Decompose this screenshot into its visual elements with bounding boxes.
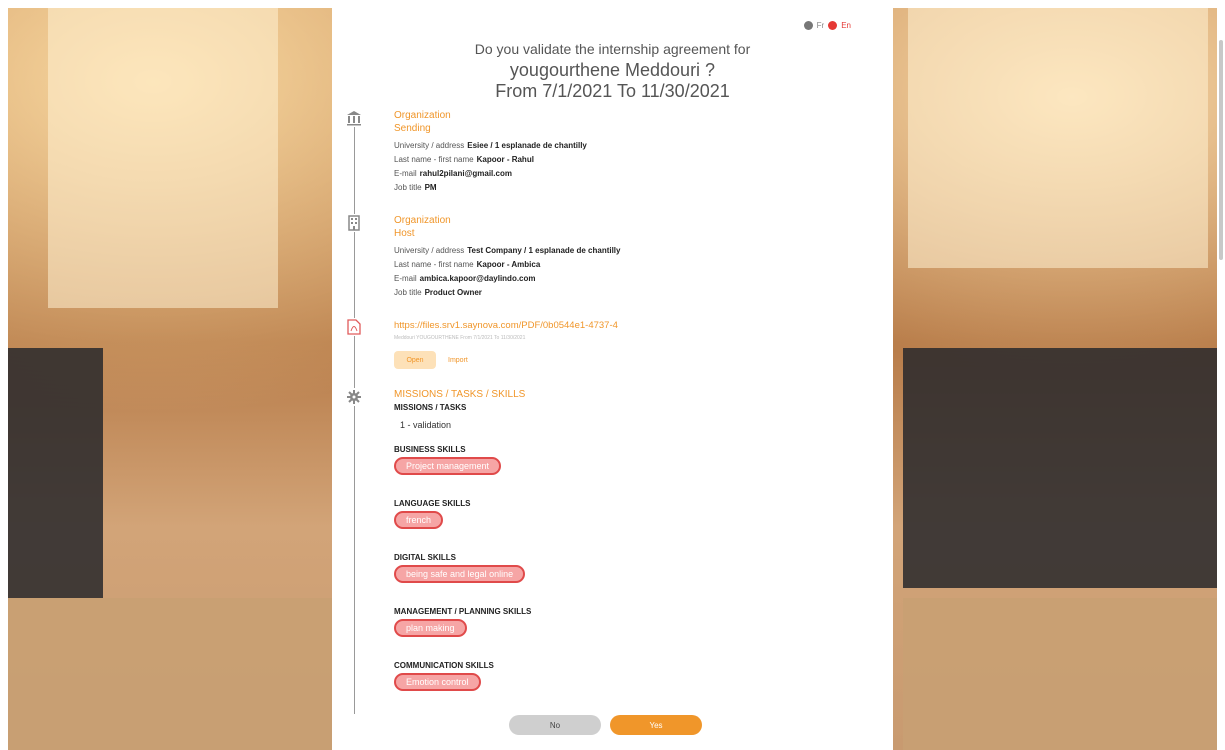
skill-group-heading: MANAGEMENT / PLANNING SKILLS [394, 607, 532, 616]
no-button[interactable]: No [509, 715, 601, 735]
host-subtitle: Host [394, 228, 415, 239]
sending-row-email: E-mail rahul2pilani@gmail.com [394, 169, 512, 178]
sending-row-name: Last name - first name Kapoor - Rahul [394, 155, 534, 164]
skill-tag[interactable]: Emotion control [394, 673, 481, 691]
validation-dialog: Fr En Do you validate the internship agr… [332, 8, 893, 750]
sending-row-job: Job title PM [394, 183, 437, 192]
skills-title: MISSIONS / TASKS / SKILLS [394, 389, 526, 400]
skill-group-communication: COMMUNICATION SKILLS Emotion control [394, 661, 494, 691]
document-caption: Meddouri YOUGOURTHENE From 7/1/2021 To 1… [394, 335, 526, 341]
host-row-email: E-mail ambica.kapoor@daylindo.com [394, 274, 536, 283]
gear-icon [345, 388, 363, 406]
skill-group-heading: DIGITAL SKILLS [394, 553, 456, 562]
document-link[interactable]: https://files.srv1.saynova.com/PDF/0b054… [394, 320, 618, 331]
skill-group-heading: BUSINESS SKILLS [394, 445, 466, 454]
institution-icon [345, 109, 363, 127]
host-row-address: University / address Test Company / 1 esp… [394, 246, 621, 255]
host-title: Organization [394, 215, 451, 226]
sending-organization: Organization Sending University / addres… [394, 110, 587, 195]
en-radio[interactable] [828, 21, 838, 30]
page-scrollbar[interactable] [1219, 40, 1223, 260]
missions-heading: MISSIONS / TASKS [394, 403, 467, 412]
sending-row-address: University / address Esiee / 1 esplanade … [394, 141, 587, 150]
skills-section: MISSIONS / TASKS / SKILLS MISSIONS / TAS… [394, 389, 525, 430]
fr-radio[interactable] [803, 21, 813, 30]
sending-title: Organization [394, 110, 451, 121]
dialog-title-line1: Do you validate the internship agreement… [474, 41, 751, 57]
skill-group-heading: COMMUNICATION SKILLS [394, 661, 494, 670]
host-row-job: Job title Product Owner [394, 288, 482, 297]
open-button[interactable]: Open [394, 351, 436, 369]
import-button[interactable]: Import [448, 357, 468, 364]
skill-group-management: MANAGEMENT / PLANNING SKILLS plan making [394, 607, 531, 637]
skill-group-digital: DIGITAL SKILLS being safe and legal onli… [394, 553, 526, 583]
yes-button[interactable]: Yes [610, 715, 702, 735]
host-organization: Organization Host University / address Te… [394, 215, 620, 300]
dialog-title-line3: From 7/1/2021 To 11/30/2021 [495, 81, 730, 101]
language-switch: Fr En [803, 21, 851, 30]
sending-subtitle: Sending [394, 123, 431, 134]
document-section: https://files.srv1.saynova.com/PDF/0b054… [394, 320, 618, 341]
fr-label[interactable]: Fr [817, 21, 825, 30]
skill-group-language: LANGUAGE SKILLS french [394, 499, 470, 529]
dialog-title-line2: yougourthene Meddouri ? [509, 60, 716, 80]
host-row-name: Last name - first name Kapoor - Ambica [394, 260, 541, 269]
en-label[interactable]: En [841, 21, 851, 30]
building-icon [345, 214, 363, 232]
skill-group-business: BUSINESS SKILLS Project management [394, 445, 502, 475]
skill-tag[interactable]: french [394, 511, 444, 529]
pdf-icon [345, 318, 363, 336]
skill-tag[interactable]: Project management [394, 457, 502, 475]
skill-tag[interactable]: being safe and legal online [394, 565, 526, 583]
skill-tag[interactable]: plan making [394, 619, 467, 637]
mission-item: 1 - validation [400, 420, 452, 430]
skill-group-heading: LANGUAGE SKILLS [394, 499, 471, 508]
